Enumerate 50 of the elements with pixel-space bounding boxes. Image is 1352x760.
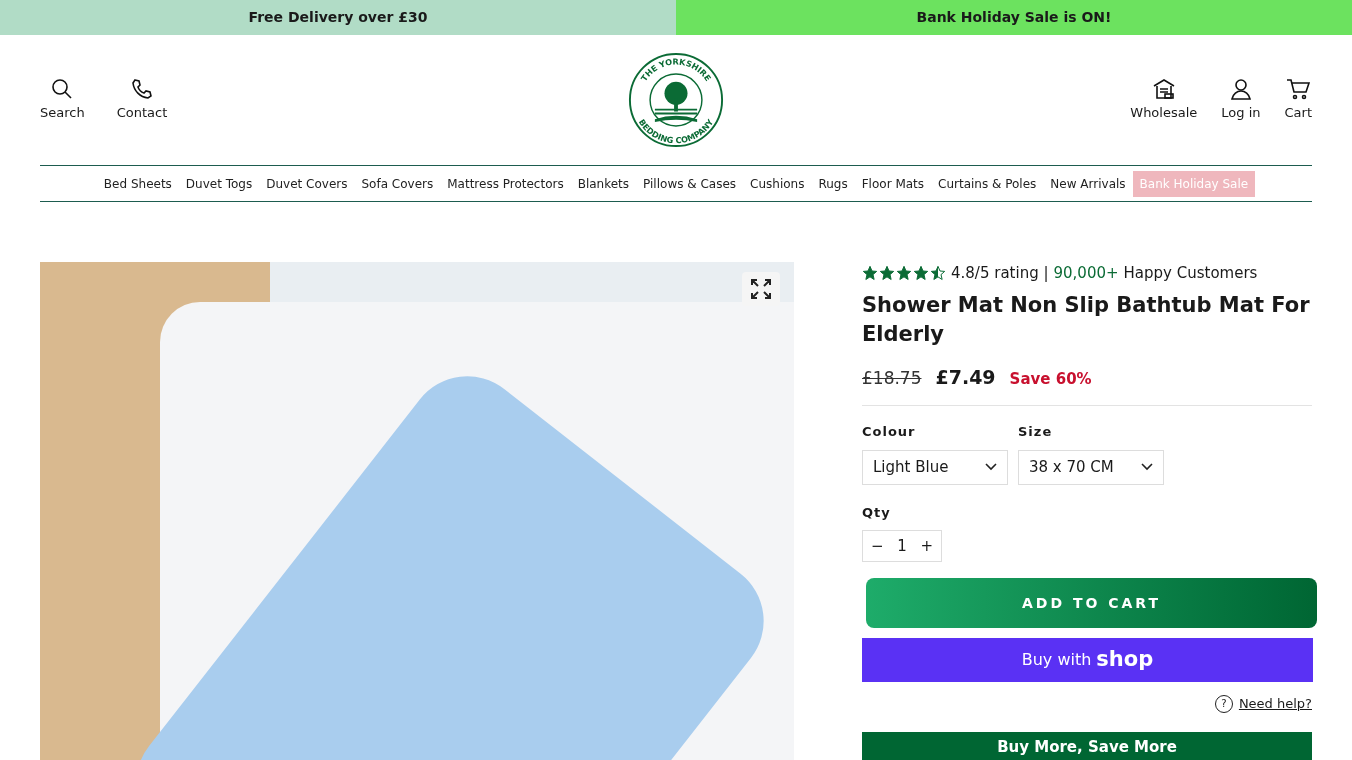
- nav-link[interactable]: Curtains & Poles: [931, 170, 1044, 197]
- shop-pay-button[interactable]: Buy with shop: [862, 638, 1313, 682]
- nav-link[interactable]: Bed Sheets: [96, 170, 179, 197]
- header-link[interactable]: Wholesale: [1130, 103, 1198, 123]
- nav-link[interactable]: New Arrivals: [1043, 170, 1133, 197]
- price: £7.49: [935, 364, 996, 390]
- dropdown[interactable]: 38 x 70 CM: [1018, 449, 1164, 485]
- nav-link[interactable]: Mattress Protectors: [440, 170, 571, 197]
- nav-link[interactable]: Pillows & Cases: [636, 170, 744, 197]
- bundle-banner: Buy More, Save More: [862, 731, 1312, 760]
- phone-icon: [129, 77, 154, 102]
- option-label: Size: [1018, 423, 1054, 441]
- add-to-cart-button[interactable]: ADD TO CART: [866, 578, 1317, 628]
- chevron-down-icon: [985, 463, 997, 471]
- star-icon: [913, 265, 929, 282]
- chevron-down-icon: [1141, 463, 1153, 471]
- decrease-button[interactable]: −: [869, 534, 886, 558]
- header-link[interactable]: Log in: [1221, 103, 1261, 123]
- house-icon: [1151, 77, 1176, 102]
- announcement-bar: Free Delivery over £30: [0, 0, 676, 35]
- product-title: Shower Mat Non Slip Bathtub Mat For Elderly: [862, 291, 1311, 348]
- discount-label: Save 60%: [1009, 368, 1092, 390]
- increase-button[interactable]: +: [918, 534, 935, 558]
- nav-link[interactable]: Duvet Covers: [259, 170, 355, 197]
- header-link[interactable]: Search: [40, 103, 85, 123]
- announcement-bar: Bank Holiday Sale is ON!: [676, 0, 1352, 35]
- old-price: £18.75: [862, 366, 922, 390]
- nav-link[interactable]: Duvet Togs: [178, 170, 260, 197]
- star-icon: [879, 265, 895, 282]
- customers-label: Happy Customers: [1123, 263, 1258, 284]
- rating-text: 4.8/5 rating |: [951, 263, 1049, 284]
- user-icon: [1228, 77, 1253, 102]
- nav-link[interactable]: Blankets: [570, 170, 637, 197]
- quantity-label: Qty: [862, 503, 892, 522]
- header-link[interactable]: Cart: [1284, 103, 1312, 123]
- nav-link[interactable]: Floor Mats: [854, 170, 932, 197]
- nav-link[interactable]: Sofa Covers: [354, 170, 441, 197]
- nav-link[interactable]: Cushions: [743, 170, 812, 197]
- help-link[interactable]: Need help?: [1238, 694, 1312, 714]
- expand-icon: [749, 277, 773, 301]
- star-icon: [896, 265, 912, 282]
- header-link[interactable]: Contact: [116, 103, 168, 123]
- quantity-value[interactable]: 1: [897, 534, 907, 558]
- option-label: Colour: [862, 423, 917, 441]
- star-icon: [930, 265, 946, 282]
- cart-icon: [1286, 77, 1311, 102]
- star-icon: [862, 265, 878, 282]
- nav-link[interactable]: Rugs: [811, 170, 855, 197]
- customer-count: 90,000+: [1053, 263, 1119, 284]
- dropdown[interactable]: Light Blue: [862, 449, 1008, 485]
